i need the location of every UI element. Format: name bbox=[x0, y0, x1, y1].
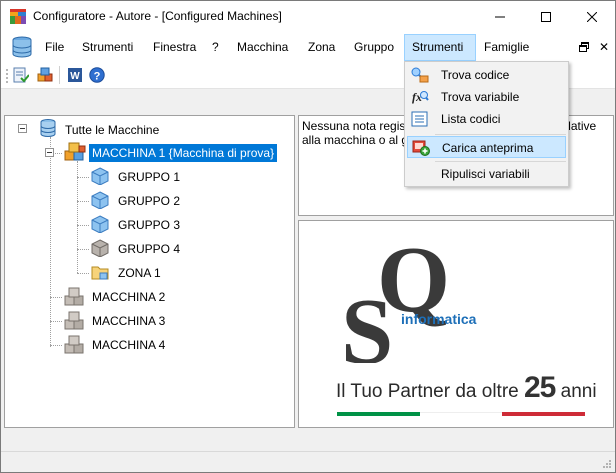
tree-connector bbox=[50, 321, 62, 322]
logo-brand: informatica bbox=[401, 311, 477, 327]
tree-node-machine4[interactable]: MACCHINA 4 bbox=[92, 338, 165, 352]
tree-connector bbox=[77, 201, 89, 202]
find-code-icon bbox=[411, 67, 429, 83]
tree-node-root[interactable]: Tutte le Macchine bbox=[65, 123, 159, 137]
menu-gruppo[interactable]: Gruppo bbox=[354, 40, 394, 54]
tree-connector bbox=[50, 297, 62, 298]
load-preview-icon bbox=[412, 140, 430, 156]
tree-node-group2[interactable]: GRUPPO 2 bbox=[118, 194, 180, 208]
menu-macchina[interactable]: Macchina bbox=[237, 40, 288, 54]
maximize-icon bbox=[541, 11, 551, 22]
menu-item-label: Ripulisci variabili bbox=[441, 167, 530, 181]
window-title: Configuratore - Autore - [Configured Mac… bbox=[33, 9, 282, 23]
menu-help[interactable]: ? bbox=[212, 40, 219, 54]
menu-item-label: Lista codici bbox=[441, 112, 501, 126]
menu-item-trova-codice[interactable]: Trova codice bbox=[407, 64, 566, 86]
toolbar-separator bbox=[59, 66, 60, 84]
tree-connector bbox=[77, 177, 89, 178]
gray-cubes-icon bbox=[64, 311, 84, 330]
menu-file[interactable]: File bbox=[45, 40, 64, 54]
menu-item-ripulisci-variabili[interactable]: Ripulisci variabili bbox=[407, 163, 566, 185]
menu-item-label: Carica anteprima bbox=[442, 141, 534, 155]
close-button[interactable] bbox=[569, 1, 615, 32]
tree-node-group4[interactable]: GRUPPO 4 bbox=[118, 242, 180, 256]
menu-bar: File Strumenti Finestra ? Macchina Zona … bbox=[1, 32, 615, 62]
colored-cubes-icon bbox=[64, 142, 86, 161]
tree-node-group1[interactable]: GRUPPO 1 bbox=[118, 170, 180, 184]
menu-finestra[interactable]: Finestra bbox=[153, 40, 196, 54]
menu-separator bbox=[435, 161, 566, 162]
menu-item-trova-variabile[interactable]: fx Trova variabile bbox=[407, 86, 566, 108]
menu-item-label: Trova variabile bbox=[441, 90, 520, 104]
gray-cubes-icon bbox=[64, 335, 84, 354]
menu-item-carica-anteprima[interactable]: Carica anteprima bbox=[407, 136, 566, 158]
menu-separator bbox=[435, 134, 566, 135]
svg-text:?: ? bbox=[94, 71, 101, 83]
expand-collapse-root[interactable] bbox=[18, 124, 27, 133]
tree-connector bbox=[50, 137, 51, 347]
gray-cube-icon bbox=[91, 239, 109, 257]
svg-text:fx: fx bbox=[412, 90, 422, 104]
folder-cube-icon bbox=[91, 266, 109, 280]
flag-white bbox=[419, 412, 503, 416]
tree-connector bbox=[50, 345, 62, 346]
machines-tree[interactable]: Tutte le Macchine MACCHINA 1 {Macchina d… bbox=[4, 115, 295, 428]
mdi-close-icon[interactable]: ✕ bbox=[599, 40, 609, 54]
flag-red bbox=[502, 412, 586, 416]
minimize-icon bbox=[495, 16, 505, 17]
tree-node-zone1[interactable]: ZONA 1 bbox=[118, 266, 161, 280]
sq-logo-icon: Q S bbox=[341, 233, 450, 363]
gray-cubes-icon bbox=[64, 287, 84, 306]
flag-green bbox=[337, 412, 420, 416]
tagline-prefix: Il Tuo Partner da oltre bbox=[336, 381, 524, 402]
svg-text:W: W bbox=[70, 71, 80, 82]
database-icon[interactable] bbox=[11, 36, 33, 58]
app-logo-icon bbox=[10, 9, 26, 24]
check-document-icon[interactable] bbox=[13, 67, 29, 83]
title-bar[interactable]: Configuratore - Autore - [Configured Mac… bbox=[1, 1, 615, 32]
restore-icon[interactable] bbox=[579, 42, 589, 52]
menu-item-label: Trova codice bbox=[441, 68, 510, 82]
logo-preview-panel: Q S informatica Il Tuo Partner da oltre … bbox=[298, 220, 614, 428]
list-icon bbox=[411, 111, 428, 127]
tree-connector bbox=[77, 225, 89, 226]
toolbar-grip[interactable] bbox=[5, 68, 9, 84]
tree-node-machine2[interactable]: MACCHINA 2 bbox=[92, 290, 165, 304]
menu-item-lista-codici[interactable]: Lista codici bbox=[407, 108, 566, 130]
tree-node-group3[interactable]: GRUPPO 3 bbox=[118, 218, 180, 232]
maximize-button[interactable] bbox=[523, 1, 569, 32]
cubes-icon[interactable] bbox=[37, 67, 53, 83]
logo-letter-s: S bbox=[341, 280, 393, 363]
close-icon bbox=[587, 11, 597, 22]
menu-famiglie[interactable]: Famiglie bbox=[484, 40, 529, 54]
tree-connector bbox=[77, 249, 89, 250]
blue-cube-icon bbox=[91, 215, 109, 233]
find-variable-icon: fx bbox=[412, 90, 429, 104]
menu-zona[interactable]: Zona bbox=[308, 40, 335, 54]
help-icon[interactable]: ? bbox=[89, 67, 105, 83]
strumenti-dropdown-menu: Trova codice fx Trova variabile Lista co… bbox=[404, 61, 569, 187]
tree-connector bbox=[77, 273, 89, 274]
app-window: Configuratore - Autore - [Configured Mac… bbox=[0, 0, 616, 473]
tree-node-machine1[interactable]: MACCHINA 1 {Macchina di prova} bbox=[89, 144, 278, 162]
tree-node-machine3[interactable]: MACCHINA 3 bbox=[92, 314, 165, 328]
logo-tagline: Il Tuo Partner da oltre 25 anni bbox=[336, 371, 597, 405]
menu-strumenti-active[interactable]: Strumenti bbox=[412, 40, 463, 54]
status-bar bbox=[1, 451, 615, 472]
menu-strumenti[interactable]: Strumenti bbox=[82, 40, 133, 54]
expand-collapse-machine1[interactable] bbox=[45, 148, 54, 157]
blue-cube-icon bbox=[91, 167, 109, 185]
tagline-number: 25 bbox=[524, 371, 556, 404]
database-icon bbox=[40, 119, 56, 137]
tagline-suffix: anni bbox=[555, 381, 597, 402]
blue-cube-icon bbox=[91, 191, 109, 209]
word-icon[interactable]: W bbox=[67, 67, 83, 83]
minimize-button[interactable] bbox=[477, 1, 523, 32]
resize-grip-icon[interactable] bbox=[602, 459, 612, 469]
italian-flag-stripe bbox=[337, 412, 586, 416]
